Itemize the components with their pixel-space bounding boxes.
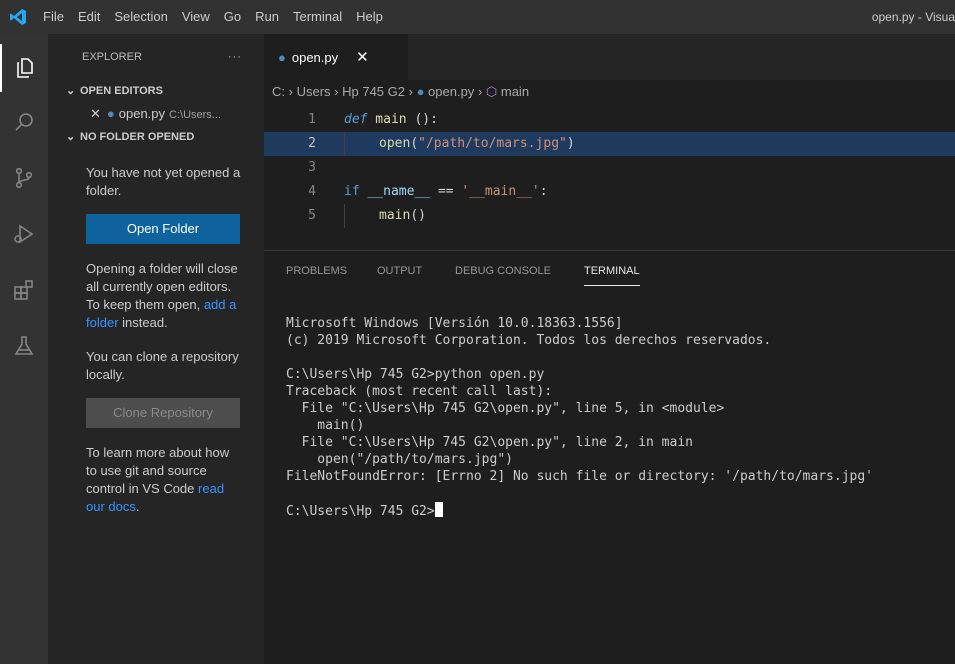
menu-view[interactable]: View bbox=[175, 0, 217, 34]
activity-bar bbox=[0, 34, 48, 664]
terminal-prompt-line[interactable]: C:\Users\Hp 745 G2> bbox=[286, 502, 873, 519]
clone-message: You can clone a repository locally. bbox=[86, 349, 239, 382]
breadcrumb-users[interactable]: Users bbox=[297, 84, 331, 99]
vscode-logo-icon bbox=[0, 0, 36, 34]
open-folder-button[interactable]: Open Folder bbox=[86, 214, 240, 244]
terminal-line: main() bbox=[286, 418, 365, 433]
tab-label: open.py bbox=[291, 49, 339, 65]
menu-go[interactable]: Go bbox=[217, 0, 248, 34]
explorer-title: EXPLORER bbox=[82, 51, 142, 63]
menu-terminal[interactable]: Terminal bbox=[286, 0, 349, 34]
terminal-line: Traceback (most recent call last): bbox=[286, 384, 553, 399]
code-line-2: 2 open("/path/to/mars.jpg") bbox=[264, 132, 955, 156]
no-folder-section[interactable]: ⌄ NO FOLDER OPENED bbox=[48, 126, 264, 148]
clone-repository-button[interactable]: Clone Repository bbox=[86, 398, 240, 428]
line-number: 5 bbox=[308, 208, 316, 223]
chevron-right-icon: › bbox=[477, 84, 486, 99]
open-editor-item[interactable]: ✕ ● open.py C:\Users... bbox=[48, 102, 264, 126]
run-debug-icon[interactable] bbox=[0, 210, 48, 258]
chevron-right-icon: › bbox=[334, 84, 343, 99]
terminal-line: File "C:\Users\Hp 745 G2\open.py", line … bbox=[286, 401, 725, 416]
line-number: 4 bbox=[308, 184, 316, 199]
code-line-3: 3 bbox=[264, 156, 955, 180]
terminal-output[interactable]: Microsoft Windows [Versión 10.0.18363.15… bbox=[286, 315, 873, 519]
code-line-5: 5 main() bbox=[264, 204, 955, 228]
terminal-line: (c) 2019 Microsoft Corporation. Todos lo… bbox=[286, 333, 772, 348]
terminal-line: FileNotFoundError: [Errno 2] No such fil… bbox=[286, 469, 873, 484]
tab-terminal[interactable]: TERMINAL bbox=[584, 265, 640, 286]
close-tab-icon[interactable]: ✕ bbox=[356, 48, 369, 66]
more-actions-icon[interactable]: ··· bbox=[228, 34, 242, 80]
open-editor-filename: open.py bbox=[118, 106, 166, 121]
terminal-prompt: C:\Users\Hp 745 G2> bbox=[286, 504, 435, 519]
search-icon[interactable] bbox=[0, 98, 48, 146]
learn-more-message: To learn more about how to use git and s… bbox=[48, 444, 264, 516]
explorer-sidebar: EXPLORER ··· ⌄ OPEN EDITORS ✕ ● open.py C:\U… bbox=[48, 34, 264, 664]
terminal-cursor bbox=[434, 502, 443, 517]
testing-icon[interactable] bbox=[0, 322, 48, 370]
explorer-header: EXPLORER ··· bbox=[48, 34, 264, 80]
chevron-right-icon: › bbox=[408, 84, 417, 99]
menu-run[interactable]: Run bbox=[248, 0, 286, 34]
menu-selection[interactable]: Selection bbox=[107, 0, 174, 34]
terminal-line: Microsoft Windows [Versión 10.0.18363.15… bbox=[286, 316, 623, 331]
tab-problems[interactable]: PROBLEMS bbox=[286, 265, 347, 285]
menu-edit[interactable]: Edit bbox=[71, 0, 107, 34]
source-control-icon[interactable] bbox=[0, 154, 48, 202]
line-number: 3 bbox=[308, 160, 316, 175]
chevron-right-icon: › bbox=[288, 84, 297, 99]
explorer-icon[interactable] bbox=[0, 44, 48, 92]
tab-output[interactable]: OUTPUT bbox=[377, 265, 422, 285]
bottom-panel: PROBLEMS OUTPUT DEBUG CONSOLE TERMINAL M… bbox=[264, 250, 955, 664]
chevron-down-icon: ⌄ bbox=[66, 85, 76, 97]
open-folder-note: Opening a folder will close all currentl… bbox=[48, 260, 264, 332]
open-editors-label: OPEN EDITORS bbox=[80, 85, 163, 97]
window-title: open.py - Visua bbox=[871, 10, 955, 24]
breadcrumb-symbol[interactable]: main bbox=[501, 84, 529, 99]
python-file-icon: ● bbox=[106, 106, 115, 121]
breadcrumb: C: › Users › Hp 745 G2 › ● open.py › ⬡ m… bbox=[264, 80, 955, 104]
line-number: 1 bbox=[308, 112, 316, 127]
breadcrumb-user-folder[interactable]: Hp 745 G2 bbox=[342, 84, 405, 99]
python-file-icon: ● bbox=[416, 84, 425, 99]
terminal-line: open("/path/to/mars.jpg") bbox=[286, 452, 513, 467]
no-folder-message: You have not yet opened a folder. bbox=[86, 165, 241, 198]
extensions-icon[interactable] bbox=[0, 266, 48, 314]
terminal-line: File "C:\Users\Hp 745 G2\open.py", line … bbox=[286, 435, 693, 450]
menu-file[interactable]: File bbox=[36, 0, 71, 34]
breadcrumb-file[interactable]: open.py bbox=[428, 84, 474, 99]
editor-tabs: ● open.py ✕ bbox=[264, 34, 955, 80]
code-editor[interactable]: 1 def main (): 2 open("/path/to/mars.jpg… bbox=[264, 104, 955, 248]
tab-debug-console[interactable]: DEBUG CONSOLE bbox=[455, 265, 551, 285]
open-editor-path: C:\Users... bbox=[169, 109, 221, 121]
cube-icon: ⬡ bbox=[485, 84, 498, 99]
python-file-icon: ● bbox=[278, 49, 286, 65]
docs-period: . bbox=[135, 499, 140, 514]
open-editors-section[interactable]: ⌄ OPEN EDITORS bbox=[48, 80, 264, 102]
title-bar: File Edit Selection View Go Run Terminal… bbox=[0, 0, 955, 34]
breadcrumb-drive[interactable]: C: bbox=[272, 84, 285, 99]
terminal-line: C:\Users\Hp 745 G2>python open.py bbox=[286, 367, 545, 382]
tab-open-py[interactable]: ● open.py ✕ bbox=[264, 34, 408, 80]
code-line-1: 1 def main (): bbox=[264, 108, 955, 132]
closing-text-end: instead. bbox=[122, 315, 168, 330]
line-number: 2 bbox=[308, 136, 316, 151]
menu-help[interactable]: Help bbox=[349, 0, 390, 34]
code-line-4: 4 if __name__ == '__main__': bbox=[264, 180, 955, 204]
no-folder-label: NO FOLDER OPENED bbox=[80, 131, 195, 143]
chevron-down-icon: ⌄ bbox=[66, 131, 76, 143]
close-editor-icon[interactable]: ✕ bbox=[90, 106, 101, 121]
